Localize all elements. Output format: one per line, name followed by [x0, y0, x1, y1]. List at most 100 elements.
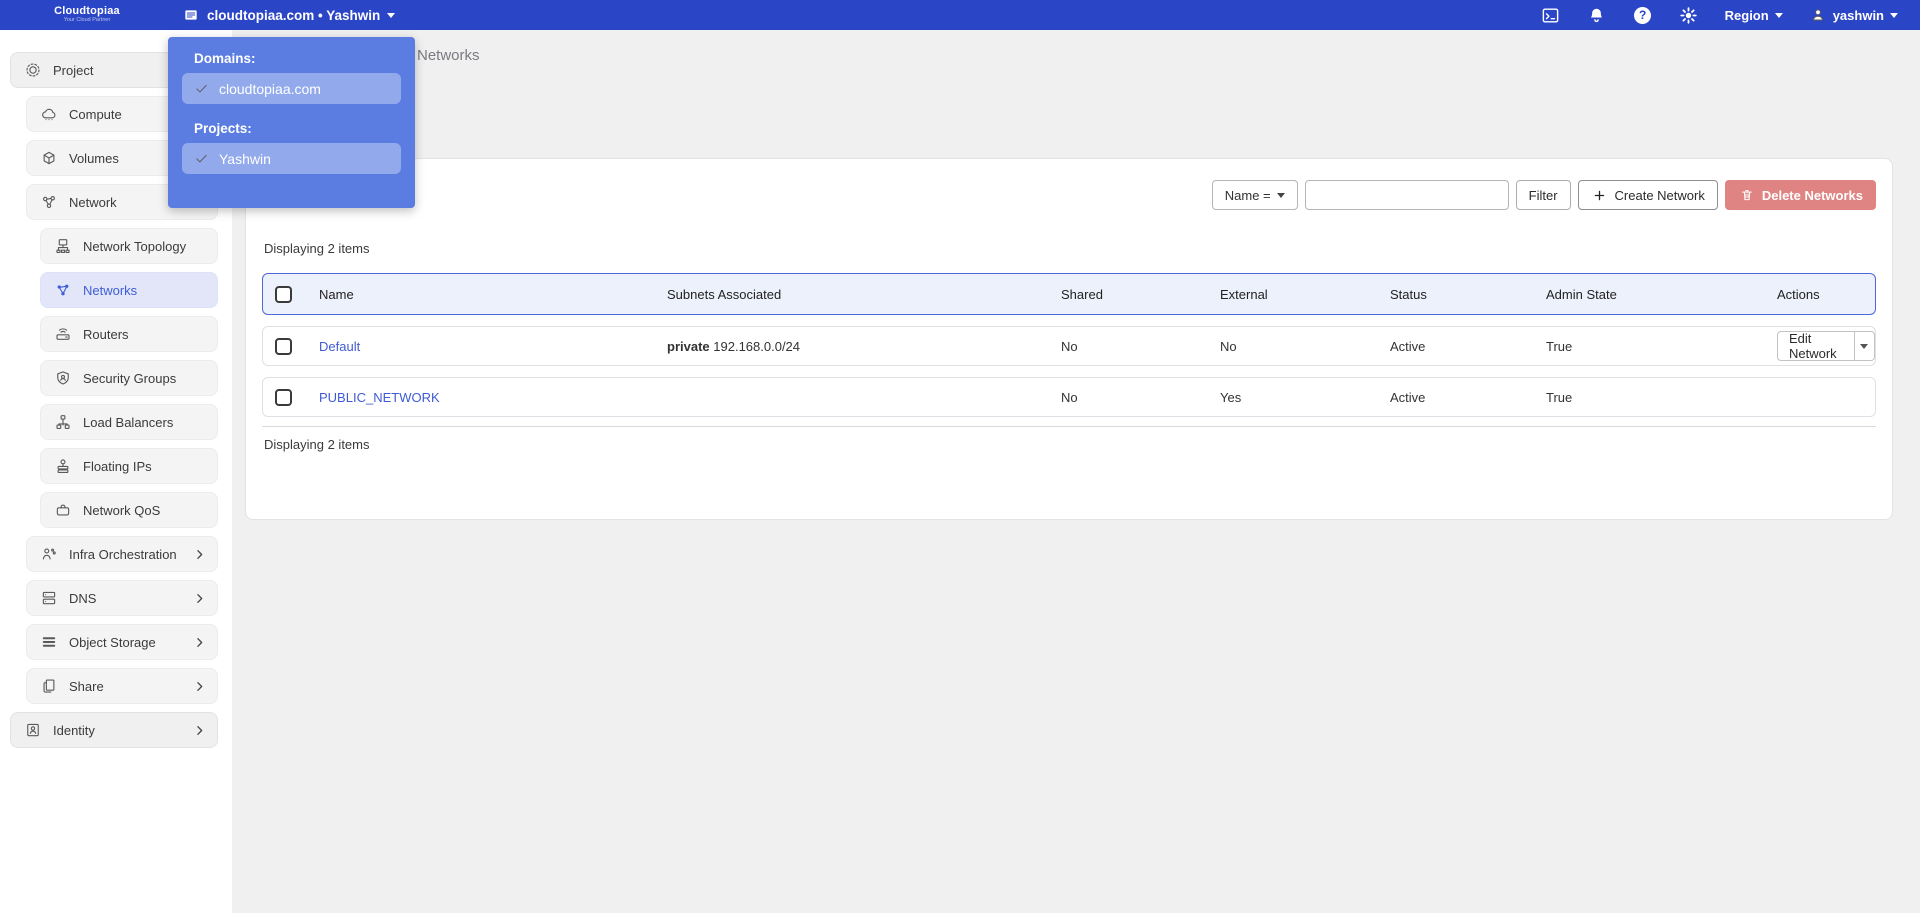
project-icon — [24, 61, 42, 79]
app-logo: Cloudtopiaa Your Cloud Partner — [22, 6, 152, 24]
region-label: Region — [1724, 7, 1769, 23]
sidebar-item-network-topology[interactable]: Network Topology — [40, 228, 218, 264]
items-count-bottom: Displaying 2 items — [264, 437, 370, 452]
compute-cloud-icon — [40, 105, 58, 123]
user-menu[interactable]: yashwin — [1809, 6, 1898, 24]
network-name-link[interactable]: Default — [319, 339, 667, 354]
caret-down-icon — [1774, 12, 1783, 18]
admin-state-cell: True — [1546, 389, 1573, 405]
sidebar-item-floating-ips[interactable]: Floating IPs — [40, 448, 218, 484]
infra-orchestration-icon — [40, 545, 58, 563]
settings-gear-icon[interactable] — [1679, 5, 1699, 25]
column-header-external: External — [1220, 286, 1268, 302]
list-card-icon — [182, 6, 200, 24]
edit-network-button[interactable]: Edit Network — [1777, 331, 1856, 361]
router-icon — [54, 325, 72, 343]
shared-cell: No — [1061, 338, 1078, 354]
network-qos-icon — [54, 501, 72, 519]
column-header-actions: Actions — [1777, 286, 1820, 302]
row-checkbox[interactable] — [275, 388, 292, 406]
sidebar-item-load-balancers[interactable]: Load Balancers — [40, 404, 218, 440]
column-header-status: Status — [1390, 286, 1427, 302]
items-count-top: Displaying 2 items — [264, 241, 370, 256]
table-header-row: Name Subnets Associated Shared External … — [262, 273, 1876, 315]
project-option-selected[interactable]: Yashwin — [182, 143, 401, 174]
breadcrumb: Networks — [417, 47, 480, 64]
table-row: PUBLIC_NETWORK No Yes Active True — [262, 377, 1876, 417]
load-balancers-icon — [54, 413, 72, 431]
security-groups-icon — [54, 369, 72, 387]
app-logo-tagline: Your Cloud Partner — [63, 17, 111, 24]
domain-option-selected[interactable]: cloudtopiaa.com — [182, 73, 401, 104]
external-cell: Yes — [1220, 389, 1242, 405]
sidebar-item-routers[interactable]: Routers — [40, 316, 218, 352]
console-icon[interactable] — [1541, 5, 1561, 25]
chevron-right-icon — [193, 548, 206, 561]
username-label: yashwin — [1832, 7, 1884, 23]
sidebar-item-infra-orchestration[interactable]: Infra Orchestration — [26, 536, 218, 572]
row-checkbox[interactable] — [275, 337, 292, 355]
table-footer-divider — [262, 426, 1876, 427]
column-header-name: Name — [319, 286, 354, 302]
sidebar-item-identity[interactable]: Identity — [10, 712, 218, 748]
region-dropdown[interactable]: Region — [1725, 8, 1783, 23]
row-actions-dropdown-toggle[interactable] — [1855, 331, 1875, 361]
chevron-right-icon — [193, 724, 206, 737]
notifications-bell-icon[interactable] — [1587, 5, 1607, 25]
domain-option-label: cloudtopiaa.com — [219, 80, 321, 97]
trash-icon — [1738, 186, 1756, 204]
volumes-cube-icon — [40, 149, 58, 167]
caret-down-icon — [1860, 343, 1869, 349]
network-topology-icon — [54, 237, 72, 255]
shared-cell: No — [1061, 389, 1078, 405]
help-icon[interactable]: ? — [1633, 5, 1653, 25]
chevron-right-icon — [193, 680, 206, 693]
domain-project-label: cloudtopiaa.com • Yashwin — [207, 7, 381, 23]
network-nodes-icon — [40, 193, 58, 211]
caret-down-icon — [387, 12, 396, 18]
sidebar-item-share[interactable]: Share — [26, 668, 218, 704]
identity-card-icon — [24, 721, 42, 739]
share-pages-icon — [40, 677, 58, 695]
external-cell: No — [1220, 338, 1237, 354]
actions-cell: Edit Network — [1777, 331, 1875, 361]
user-icon — [1809, 6, 1827, 24]
domain-project-dropdown: Domains: cloudtopiaa.com Projects: Yashw… — [168, 37, 415, 208]
dns-server-icon — [40, 589, 58, 607]
sidebar-item-object-storage[interactable]: Object Storage — [26, 624, 218, 660]
networks-panel: Name = Filter Create Network Delete Netw… — [245, 158, 1893, 520]
top-navbar: Cloudtopiaa Your Cloud Partner cloudtopi… — [0, 0, 1920, 30]
project-option-label: Yashwin — [219, 150, 271, 167]
main-content: Networks Name = Filter Create Network De… — [232, 30, 1920, 913]
column-header-admin-state: Admin State — [1546, 286, 1617, 302]
app-logo-name: Cloudtopiaa — [54, 5, 120, 18]
column-header-subnets: Subnets Associated — [667, 286, 782, 302]
plus-icon — [1591, 186, 1609, 204]
table-row: Default private 192.168.0.0/24 No No Act… — [262, 326, 1876, 366]
caret-down-icon — [1890, 12, 1898, 18]
subnets-cell: private 192.168.0.0/24 — [667, 338, 801, 354]
sidebar-item-dns[interactable]: DNS — [26, 580, 218, 616]
floating-ips-icon — [54, 457, 72, 475]
caret-down-icon — [1276, 192, 1285, 198]
filter-input[interactable] — [1304, 180, 1509, 210]
status-cell: Active — [1390, 338, 1426, 354]
delete-networks-button[interactable]: Delete Networks — [1724, 180, 1876, 210]
domain-project-selector[interactable]: cloudtopiaa.com • Yashwin — [182, 6, 396, 24]
sidebar-item-network-qos[interactable]: Network QoS — [40, 492, 218, 528]
select-all-checkbox[interactable] — [275, 285, 292, 303]
table-toolbar: Name = Filter Create Network Delete Netw… — [262, 180, 1876, 210]
chevron-right-icon — [193, 592, 206, 605]
filter-field-select[interactable]: Name = — [1211, 180, 1298, 210]
check-icon — [192, 80, 210, 98]
create-network-button[interactable]: Create Network — [1577, 180, 1718, 210]
filter-button[interactable]: Filter — [1515, 180, 1571, 210]
object-storage-icon — [40, 633, 58, 651]
projects-heading: Projects: — [194, 121, 252, 136]
sidebar-item-security-groups[interactable]: Security Groups — [40, 360, 218, 396]
network-name-link[interactable]: PUBLIC_NETWORK — [319, 390, 667, 405]
sidebar-item-networks[interactable]: Networks — [40, 272, 218, 308]
networks-icon — [54, 281, 72, 299]
status-cell: Active — [1390, 389, 1426, 405]
check-icon — [192, 150, 210, 168]
